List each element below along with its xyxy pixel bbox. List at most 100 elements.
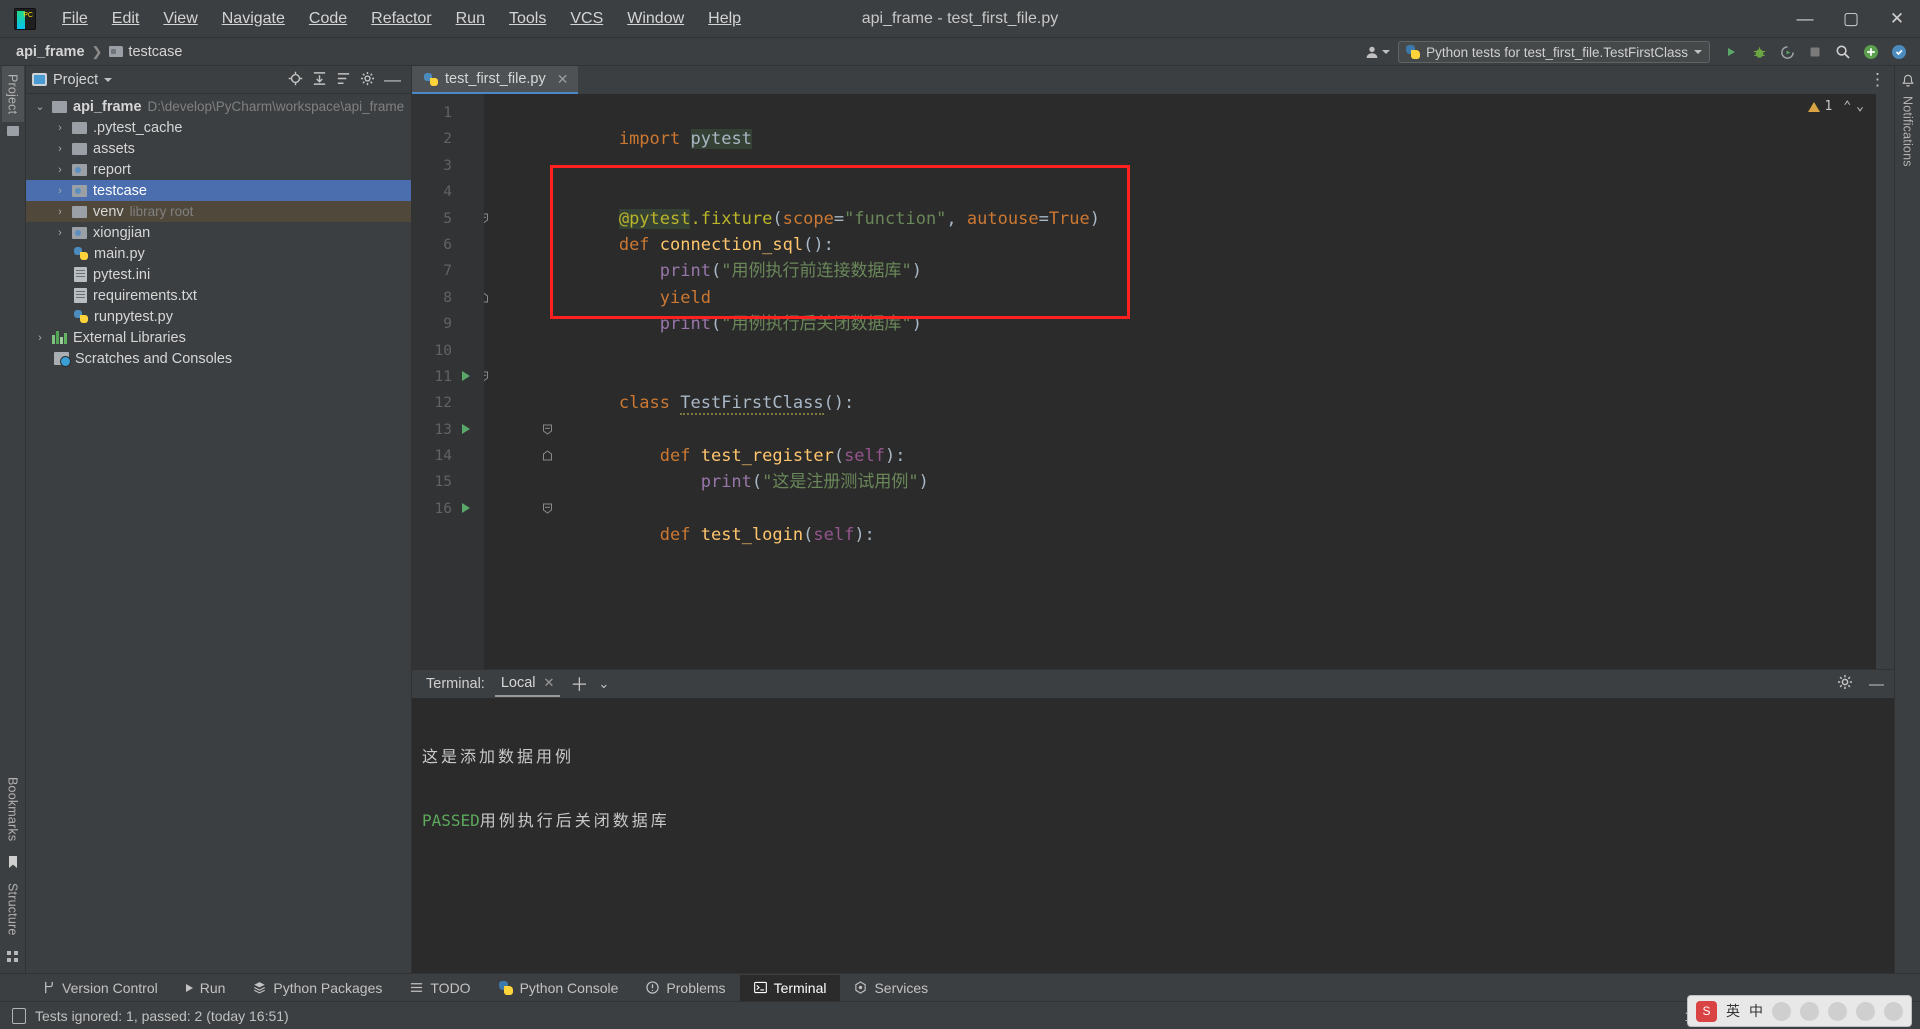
hide-panel-icon[interactable]: — bbox=[384, 71, 401, 88]
settings-icon[interactable] bbox=[360, 71, 375, 89]
editor-gutter[interactable]: 1 2 3 4 5 6 7 8 9 10 11 12 13 14 15 16 bbox=[412, 94, 484, 669]
minimize-button[interactable]: — bbox=[1782, 0, 1828, 38]
menu-view[interactable]: View bbox=[151, 6, 209, 32]
fold-marker-icon[interactable] bbox=[542, 503, 553, 514]
run-coverage-button[interactable] bbox=[1774, 40, 1800, 64]
ime-pin-label[interactable]: 中 bbox=[1749, 1001, 1763, 1021]
tree-node-pytest-ini[interactable]: pytest.ini bbox=[26, 264, 411, 285]
run-button[interactable] bbox=[1718, 40, 1744, 64]
menu-code[interactable]: Code bbox=[297, 6, 359, 32]
breadcrumb-folder[interactable]: testcase bbox=[105, 43, 186, 61]
inspection-widget[interactable]: 1 ⌃ ⌄ bbox=[1807, 99, 1864, 114]
close-button[interactable]: ✕ bbox=[1874, 0, 1920, 38]
tool-window-python-console[interactable]: Python Console bbox=[485, 975, 633, 1001]
tree-node-assets[interactable]: › assets bbox=[26, 138, 411, 159]
project-tree[interactable]: ⌄ api_frame D:\develop\PyCharm\workspace… bbox=[26, 94, 411, 973]
editor-scrollbar[interactable] bbox=[1876, 94, 1894, 669]
fold-marker-icon[interactable] bbox=[484, 371, 489, 382]
tree-node-xiongjian[interactable]: › xiongjian bbox=[26, 222, 411, 243]
ime-settings-icon[interactable] bbox=[1884, 1001, 1903, 1021]
fold-marker-icon[interactable] bbox=[484, 213, 489, 224]
sogou-icon[interactable]: S bbox=[1696, 1000, 1717, 1022]
run-test-icon[interactable] bbox=[462, 502, 470, 513]
chevron-right-icon[interactable]: › bbox=[54, 122, 66, 134]
run-configuration-selector[interactable]: Python tests for test_first_file.TestFir… bbox=[1398, 41, 1710, 63]
keyboard-icon[interactable] bbox=[1856, 1001, 1875, 1021]
chevron-down-icon[interactable]: ⌄ bbox=[1856, 99, 1864, 114]
locate-icon[interactable] bbox=[288, 71, 303, 89]
chevron-right-icon[interactable]: › bbox=[54, 164, 66, 176]
tool-window-version-control[interactable]: Version Control bbox=[28, 975, 172, 1001]
emoji-icon[interactable] bbox=[1800, 1001, 1819, 1021]
tool-window-python-packages[interactable]: Python Packages bbox=[239, 975, 396, 1001]
maximize-button[interactable]: ▢ bbox=[1828, 0, 1874, 38]
tree-node-report[interactable]: › report bbox=[26, 159, 411, 180]
run-test-icon[interactable] bbox=[462, 370, 470, 381]
chevron-down-icon[interactable] bbox=[104, 77, 113, 82]
editor-viewport[interactable]: 1 2 3 4 5 6 7 8 9 10 11 12 13 14 15 16 i… bbox=[412, 94, 1894, 669]
tool-window-services[interactable]: Services bbox=[840, 975, 942, 1001]
debug-button[interactable] bbox=[1746, 40, 1772, 64]
tree-node-requirements-txt[interactable]: requirements.txt bbox=[26, 285, 411, 306]
fold-end-icon[interactable] bbox=[484, 292, 489, 303]
menu-run[interactable]: Run bbox=[444, 6, 497, 32]
code-text-area[interactable]: import pytest @pytest.fixture(scope="fun… bbox=[484, 94, 1894, 669]
menu-navigate[interactable]: Navigate bbox=[210, 6, 297, 32]
fold-end-icon[interactable] bbox=[542, 450, 553, 461]
chevron-down-icon[interactable]: ⌄ bbox=[598, 676, 609, 692]
run-test-icon[interactable] bbox=[462, 423, 470, 434]
menu-vcs[interactable]: VCS bbox=[558, 6, 615, 32]
tool-window-terminal[interactable]: Terminal bbox=[739, 974, 841, 1001]
notifications-icon[interactable] bbox=[1901, 74, 1915, 88]
search-everywhere-button[interactable] bbox=[1830, 40, 1856, 64]
breadcrumb[interactable]: api_frame ❯ testcase bbox=[12, 43, 186, 61]
breadcrumb-project[interactable]: api_frame bbox=[12, 43, 89, 61]
menu-tools[interactable]: Tools bbox=[497, 6, 558, 32]
menu-file[interactable]: File bbox=[50, 6, 100, 32]
editor-tab-test-first-file[interactable]: test_first_file.py ✕ bbox=[412, 66, 579, 94]
collapse-all-icon[interactable] bbox=[336, 71, 351, 89]
tree-node-testcase[interactable]: › testcase bbox=[26, 180, 411, 201]
tree-node-external-libraries[interactable]: › External Libraries bbox=[26, 327, 411, 348]
status-message-area[interactable]: Tests ignored: 1, passed: 2 (today 16:51… bbox=[0, 1007, 289, 1024]
menu-edit[interactable]: Edit bbox=[100, 6, 152, 32]
close-icon[interactable]: ✕ bbox=[557, 71, 569, 88]
fold-marker-icon[interactable] bbox=[542, 424, 553, 435]
tool-window-run[interactable]: Run bbox=[172, 975, 240, 1001]
rail-tab-project[interactable]: Project bbox=[1, 66, 24, 123]
tree-node-pytest-cache[interactable]: › .pytest_cache bbox=[26, 117, 411, 138]
menu-window[interactable]: Window bbox=[615, 6, 696, 32]
updates-button[interactable] bbox=[1886, 40, 1912, 64]
chevron-right-icon[interactable]: › bbox=[54, 227, 66, 239]
mic-icon[interactable] bbox=[1772, 1001, 1791, 1021]
user-settings-button[interactable] bbox=[1365, 45, 1391, 59]
event-log-icon[interactable] bbox=[12, 1007, 26, 1024]
chevron-down-icon[interactable]: ⌄ bbox=[34, 100, 46, 113]
terminal-output[interactable]: 这是添加数据用例 PASSED用例执行后关闭数据库 --------------… bbox=[412, 698, 1894, 973]
tree-node-runpytest-py[interactable]: runpytest.py bbox=[26, 306, 411, 327]
rail-tab-notifications[interactable]: Notifications bbox=[1897, 88, 1919, 175]
tree-node-venv[interactable]: › venv library root bbox=[26, 201, 411, 222]
tool-window-problems[interactable]: Problems bbox=[632, 975, 739, 1001]
tree-node-api-frame[interactable]: ⌄ api_frame D:\develop\PyCharm\workspace… bbox=[26, 96, 411, 117]
tree-node-main-py[interactable]: main.py bbox=[26, 243, 411, 264]
ime-toolbar[interactable]: S 英 中 bbox=[1687, 995, 1912, 1027]
chevron-right-icon[interactable]: › bbox=[54, 185, 66, 197]
chevron-right-icon[interactable]: › bbox=[34, 332, 46, 344]
menu-refactor[interactable]: Refactor bbox=[359, 6, 443, 32]
stop-button[interactable] bbox=[1802, 40, 1828, 64]
rail-tab-bookmarks[interactable]: Bookmarks bbox=[2, 769, 24, 849]
main-menu[interactable]: File Edit View Navigate Code Refactor Ru… bbox=[50, 6, 753, 32]
editor-options-button[interactable]: ⋮ bbox=[1869, 66, 1886, 94]
settings-icon[interactable] bbox=[1837, 674, 1853, 694]
tool-window-todo[interactable]: TODO bbox=[396, 975, 484, 1001]
tools-icon[interactable] bbox=[1828, 1001, 1847, 1021]
ime-language-label[interactable]: 英 bbox=[1726, 1001, 1740, 1021]
close-icon[interactable]: ✕ bbox=[544, 675, 555, 691]
tree-node-scratches-and-consoles[interactable]: Scratches and Consoles bbox=[26, 348, 411, 369]
terminal-tab-local[interactable]: Local ✕ bbox=[494, 672, 561, 697]
menu-help[interactable]: Help bbox=[696, 6, 753, 32]
new-terminal-button[interactable]: ＋ bbox=[570, 671, 588, 697]
expand-all-icon[interactable] bbox=[312, 71, 327, 89]
chevron-right-icon[interactable]: › bbox=[54, 206, 66, 218]
